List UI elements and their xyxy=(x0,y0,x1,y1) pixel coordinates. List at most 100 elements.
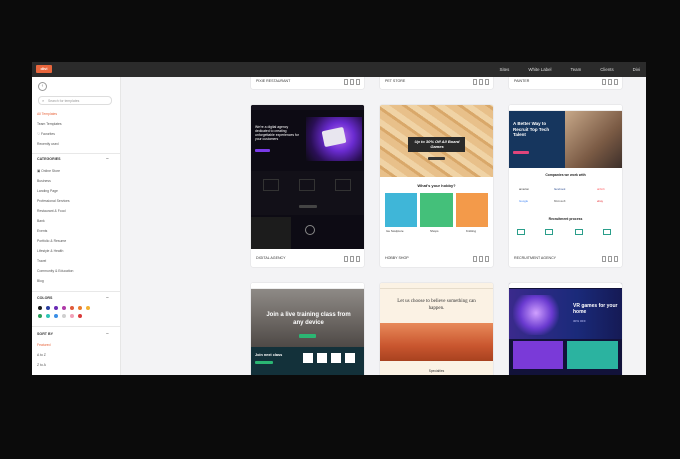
category-events[interactable]: Events xyxy=(37,229,47,233)
color-swatch-black[interactable] xyxy=(38,306,42,310)
device-preview-icons[interactable] xyxy=(602,256,618,262)
card-title: HOBBY SHOP xyxy=(385,256,409,260)
category-landing-page[interactable]: Landing Page xyxy=(37,189,58,193)
device-preview-icons[interactable] xyxy=(344,256,360,262)
thumb-logo: Microsoft xyxy=(554,199,566,203)
color-swatch-green[interactable] xyxy=(38,314,42,318)
template-card-digital-agency[interactable]: We're a digital agency dedicated to crea… xyxy=(251,105,364,267)
device-preview-icons[interactable] xyxy=(473,79,489,85)
template-grid: PIXIE RESTAURANT PET STORE PAINTER We're… xyxy=(121,77,646,375)
tablet-icon xyxy=(607,256,613,262)
sidebar-item-favorites[interactable]: ♡ Favorites xyxy=(37,132,55,136)
thumb-product-1 xyxy=(513,341,563,369)
top-nav: Sites White Label Team Clients Divi xyxy=(500,62,640,77)
nav-team[interactable]: Team xyxy=(571,67,582,72)
mobile-icon xyxy=(355,256,360,262)
thumb-navbar xyxy=(509,283,622,288)
color-swatch-blue[interactable] xyxy=(46,306,50,310)
thumb-next-class-panel: Join next class xyxy=(251,347,364,375)
device-preview-icons[interactable] xyxy=(602,79,618,85)
sort-a-to-z[interactable]: A to Z xyxy=(37,353,46,357)
category-online-store[interactable]: ▣ Online Store xyxy=(37,169,60,173)
sort-z-to-a[interactable]: Z to A xyxy=(37,363,46,367)
category-lifestyle-health[interactable]: Lifestyle & Health xyxy=(37,249,63,253)
color-swatch-red-orange[interactable] xyxy=(70,306,74,310)
thumb-specialties: Specialties xyxy=(428,369,445,373)
template-card-vr-games[interactable]: VR games for your home 30% OFF xyxy=(509,283,622,375)
category-travel[interactable]: Travel xyxy=(37,259,46,263)
thumb-badge: 30% OFF xyxy=(573,319,586,323)
nav-white-label[interactable]: White Label xyxy=(528,67,551,72)
category-community-education[interactable]: Community & Education xyxy=(37,269,73,273)
template-card-recruitment-agency[interactable]: A Better Way to Recruit Top Tech Talent … xyxy=(509,105,622,267)
color-swatch-light-blue[interactable] xyxy=(54,314,58,318)
color-swatch-gray[interactable] xyxy=(62,314,66,318)
collapse-categories-icon[interactable]: − xyxy=(106,157,109,162)
thumb-tile-2 xyxy=(420,193,453,227)
thumb-product-2 xyxy=(567,341,618,369)
card-title: PET STORE xyxy=(385,79,406,83)
desktop-icon xyxy=(473,79,478,85)
thumb-headline: VR games for your home xyxy=(573,303,618,315)
template-card-lifestyle[interactable]: Let us choose to believe something can h… xyxy=(380,283,493,375)
thumb-navbar xyxy=(380,283,493,289)
sort-featured[interactable]: Featured xyxy=(37,343,51,347)
thumb-sale-text: Up to 30% Off All Board Games xyxy=(414,139,460,149)
category-bank[interactable]: Bank xyxy=(37,219,45,223)
divi-logo[interactable]: divi xyxy=(36,65,52,73)
nav-divi[interactable]: Divi xyxy=(633,67,640,72)
thumb-question: What's your hobby? xyxy=(417,183,456,188)
desktop-icon xyxy=(473,256,478,262)
card-title: PAINTER xyxy=(514,79,530,83)
card-title: DIGITAL AGENCY xyxy=(256,256,286,260)
category-restaurant-food[interactable]: Restaurant & Food xyxy=(37,209,65,213)
thumb-subheading: Companies we work with xyxy=(545,173,586,177)
template-thumbnail: We're a digital agency dedicated to crea… xyxy=(251,105,364,249)
sidebar-item-all-templates[interactable]: All Templates xyxy=(37,112,57,116)
thumb-services xyxy=(251,171,364,215)
template-card-pixie-restaurant[interactable]: PIXIE RESTAURANT xyxy=(251,77,364,89)
sidebar-item-team-templates[interactable]: Team Templates xyxy=(37,122,62,126)
color-swatch-purple[interactable] xyxy=(54,306,58,310)
category-business[interactable]: Business xyxy=(37,179,51,183)
thumb-tile-1 xyxy=(385,193,417,227)
card-title: RECRUITMENT AGENCY xyxy=(514,256,557,260)
device-preview-icons[interactable] xyxy=(473,256,489,262)
thumb-logo: airbnb xyxy=(597,187,605,191)
color-swatch-magenta[interactable] xyxy=(62,306,66,310)
template-card-pet-store[interactable]: PET STORE xyxy=(380,77,493,89)
category-professional-services[interactable]: Professional Services xyxy=(37,199,70,203)
collapse-sort-icon[interactable]: − xyxy=(106,332,109,337)
thumb-hero-panel: A Better Way to Recruit Top Tech Talent xyxy=(509,111,565,168)
tablet-icon xyxy=(478,256,484,262)
color-swatch-yellow[interactable] xyxy=(86,306,90,310)
thumb-logo: ebay xyxy=(597,199,604,203)
color-swatch-teal[interactable] xyxy=(46,314,50,318)
thumb-sofa-photo xyxy=(380,323,493,361)
mobile-icon xyxy=(484,79,489,85)
thumb-photo xyxy=(251,217,291,249)
desktop-icon xyxy=(344,79,349,85)
nav-sites[interactable]: Sites xyxy=(500,67,510,72)
desktop-icon xyxy=(602,256,607,262)
back-arrow-icon[interactable]: ‹ xyxy=(38,82,47,91)
color-swatch-orange[interactable] xyxy=(78,306,82,310)
template-thumbnail: Join a live training class from any devi… xyxy=(251,283,364,375)
device-preview-icons[interactable] xyxy=(344,79,360,85)
template-card-training-class[interactable]: Join a live training class from any devi… xyxy=(251,283,364,375)
desktop-icon xyxy=(344,256,349,262)
collapse-colors-icon[interactable]: − xyxy=(106,296,109,301)
thumb-tile-label: Ice Sculpture xyxy=(386,229,404,233)
template-card-painter[interactable]: PAINTER xyxy=(509,77,622,89)
template-thumbnail: Let us choose to believe something can h… xyxy=(380,283,493,375)
template-search-input[interactable]: ⌕ Search for templates xyxy=(38,96,112,105)
nav-clients[interactable]: Clients xyxy=(600,67,613,72)
sidebar-item-recently-used[interactable]: Recently used xyxy=(37,142,59,146)
category-blog[interactable]: Blog xyxy=(37,279,44,283)
thumb-vr-photo xyxy=(513,295,559,335)
template-card-hobby-shop[interactable]: Up to 30% Off All Board Games What's you… xyxy=(380,105,493,267)
category-portfolio-resume[interactable]: Portfolio & Resume xyxy=(37,239,66,243)
color-swatch-red[interactable] xyxy=(78,314,82,318)
color-swatch-pink[interactable] xyxy=(70,314,74,318)
search-placeholder: Search for templates xyxy=(48,98,80,103)
